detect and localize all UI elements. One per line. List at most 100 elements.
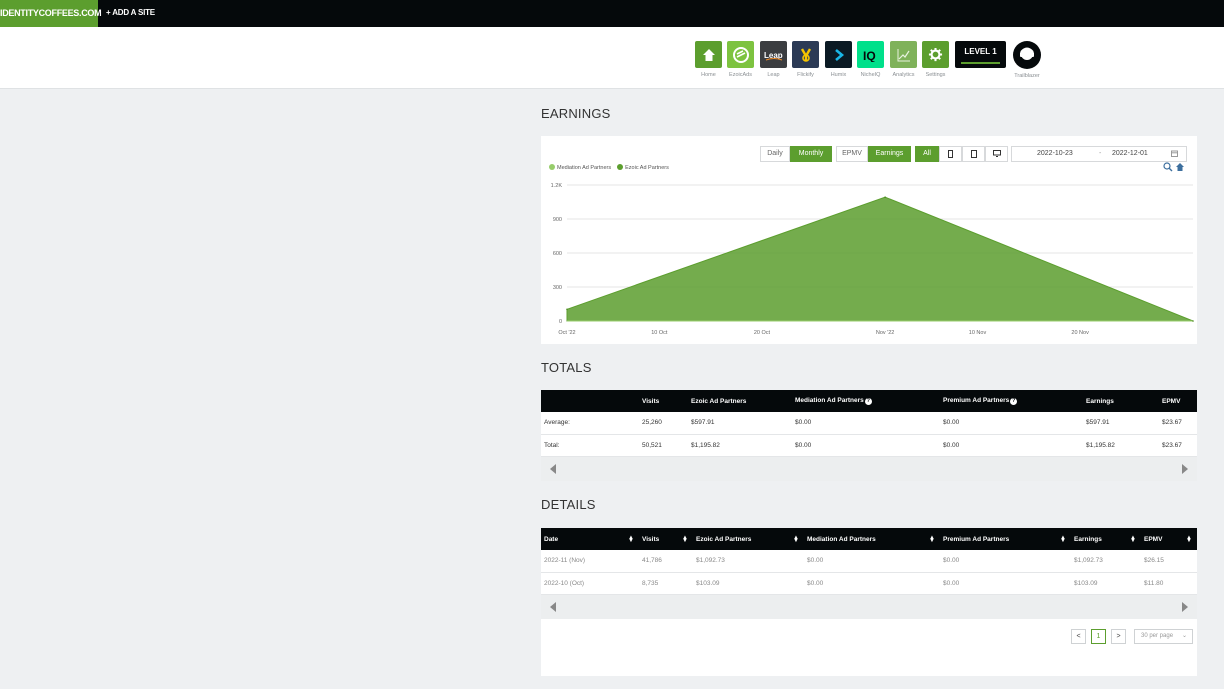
zoom-icon[interactable]	[1163, 162, 1173, 172]
y-tick-label: 600	[553, 251, 562, 257]
pagination: < 1 > 30 per page ⌄	[1071, 629, 1193, 644]
sort-icon: ▲ ▼	[628, 534, 634, 544]
daily-button[interactable]: Daily	[760, 146, 790, 162]
desktop-icon	[992, 150, 1001, 157]
app-leap[interactable]: Leap Leap	[760, 41, 787, 78]
totals-header-cell: Premium Ad Partners?	[940, 390, 1083, 412]
epmv-button[interactable]: EPMV	[836, 146, 868, 162]
date-from: 2022-10-23	[1037, 150, 1073, 157]
scroll-left-arrow-icon[interactable]	[550, 463, 556, 474]
next-page-button[interactable]: >	[1111, 629, 1126, 644]
per-page-value: 30 per page	[1141, 633, 1174, 639]
iq-icon: IQ	[857, 41, 884, 68]
all-devices-button[interactable]: All	[915, 146, 939, 162]
totals-header-cell: EPMV	[1162, 397, 1181, 405]
chart-legend: Mediation Ad Partners Ezoic Ad Partners	[549, 164, 669, 171]
legend-item-mediation[interactable]: Mediation Ad Partners	[549, 164, 611, 171]
level-label: LEVEL 1	[964, 47, 997, 56]
mobile-button[interactable]	[939, 146, 962, 162]
date-range-picker[interactable]: 2022-10-23 - 2022-12-01	[1011, 146, 1187, 162]
sortable-header-mediation[interactable]: Mediation Ad Partners ▲ ▼	[804, 528, 940, 550]
home-icon	[695, 41, 722, 68]
per-page-select[interactable]: 30 per page ⌄	[1134, 629, 1193, 644]
horizontal-scrollbar[interactable]	[541, 456, 1197, 481]
legend-dot	[617, 164, 624, 170]
area-series-ezoic	[566, 196, 1194, 322]
app-flickify[interactable]: Flickify	[792, 41, 819, 78]
table-cell: 2022-10 (Oct)	[541, 572, 639, 595]
sortable-header-earnings[interactable]: Earnings ▲ ▼	[1071, 528, 1141, 550]
totals-header-cell: Ezoic Ad Partners	[691, 397, 747, 405]
sort-icon: ▲ ▼	[1186, 534, 1192, 544]
flickify-icon	[792, 41, 819, 68]
totals-header-row: Visits Ezoic Ad Partners Mediation Ad Pa…	[541, 390, 1197, 412]
sortable-header-epmv[interactable]: EPMV ▲ ▼	[1141, 528, 1197, 550]
site-tab[interactable]: IDENTITYCOFFEES.COM	[0, 0, 102, 27]
legend-dot	[549, 164, 555, 170]
totals-table: Visits Ezoic Ad Partners Mediation Ad Pa…	[541, 390, 1197, 457]
table-row: Average: 25,260 $597.91 $0.00 $0.00 $597…	[541, 412, 1197, 435]
mobile-icon	[948, 150, 953, 158]
level-badge[interactable]: LEVEL 1	[955, 41, 1006, 68]
table-cell: $0.00	[792, 412, 940, 435]
sortable-header-visits[interactable]: Visits ▲ ▼	[639, 528, 693, 550]
details-header-label: Mediation Ad Partners	[807, 535, 876, 543]
data-point	[566, 308, 568, 311]
add-site-link[interactable]: + ADD A SITE	[106, 0, 155, 27]
sort-icon: ▲ ▼	[793, 534, 799, 544]
prev-page-button[interactable]: <	[1071, 629, 1086, 644]
earnings-chart: 1.2K 900 600 300 0 Oct '22 10 Oct 20 Oct Nov '22…	[551, 183, 1194, 336]
table-cell: $0.00	[804, 550, 940, 573]
help-icon[interactable]: ?	[864, 398, 872, 405]
app-humix[interactable]: Humix	[825, 41, 852, 78]
sort-icon: ▲ ▼	[1130, 534, 1136, 544]
app-ezoicads[interactable]: EzoicAds	[727, 41, 754, 78]
totals-header-cell: Mediation Ad Partners?	[792, 390, 940, 412]
table-cell: $23.67	[1159, 412, 1197, 435]
table-cell: $1,195.82	[1083, 434, 1159, 457]
table-row: Total: 50,521 $1,195.82 $0.00 $0.00 $1,1…	[541, 434, 1197, 457]
trailblazer-profile[interactable]: Trailblazer	[1013, 41, 1041, 79]
y-tick-label: 1.2K	[551, 183, 563, 189]
reset-zoom-home-icon[interactable]	[1175, 162, 1185, 172]
legend-item-ezoic[interactable]: Ezoic Ad Partners	[617, 164, 669, 171]
app-label: Settings	[925, 72, 946, 78]
x-tick-label: Nov '22	[876, 330, 894, 336]
sortable-header-ezoic[interactable]: Ezoic Ad Partners ▲ ▼	[693, 528, 804, 550]
table-cell: 8,735	[639, 572, 693, 595]
app-home[interactable]: Home	[695, 41, 722, 78]
table-cell: 25,260	[639, 412, 688, 435]
horizontal-scrollbar[interactable]	[541, 594, 1197, 619]
totals-header-cell: Visits	[642, 397, 660, 405]
table-cell: $103.09	[1071, 572, 1141, 595]
table-cell: $0.00	[792, 434, 940, 457]
top-bar: IDENTITYCOFFEES.COM + ADD A SITE	[0, 0, 1224, 27]
scroll-right-arrow-icon[interactable]	[1182, 601, 1188, 612]
x-tick-label: 20 Oct	[754, 330, 771, 336]
sortable-header-premium[interactable]: Premium Ad Partners ▲ ▼	[940, 528, 1071, 550]
totals-header-label: Premium Ad Partners	[943, 397, 1010, 404]
desktop-button[interactable]	[985, 146, 1008, 162]
scroll-right-arrow-icon[interactable]	[1182, 463, 1188, 474]
sortable-header-date[interactable]: Date ▲ ▼	[541, 528, 639, 550]
gear-icon	[922, 41, 949, 68]
help-icon[interactable]: ?	[1010, 398, 1018, 405]
table-cell: $26.15	[1141, 550, 1197, 573]
table-cell: $1,092.73	[693, 550, 804, 573]
table-cell: Average:	[541, 412, 639, 435]
app-analytics[interactable]: Analytics	[890, 41, 917, 78]
chevron-down-icon: ⌄	[1181, 633, 1187, 639]
tablet-button[interactable]	[962, 146, 985, 162]
monthly-button[interactable]: Monthly	[790, 146, 832, 162]
app-nicheiq[interactable]: IQ NicheIQ	[857, 41, 884, 78]
app-settings[interactable]: Settings	[922, 41, 949, 78]
x-tick-label: 20 Nov	[1071, 330, 1089, 336]
date-to: 2022-12-01	[1112, 150, 1148, 157]
table-cell: $0.00	[940, 550, 1071, 573]
analytics-icon	[890, 41, 917, 68]
page-1-button[interactable]: 1	[1091, 629, 1106, 644]
scroll-left-arrow-icon[interactable]	[550, 601, 556, 612]
earnings-button[interactable]: Earnings	[868, 146, 911, 162]
x-tick-label: 10 Oct	[651, 330, 668, 336]
legend-label: Mediation Ad Partners	[557, 165, 612, 171]
